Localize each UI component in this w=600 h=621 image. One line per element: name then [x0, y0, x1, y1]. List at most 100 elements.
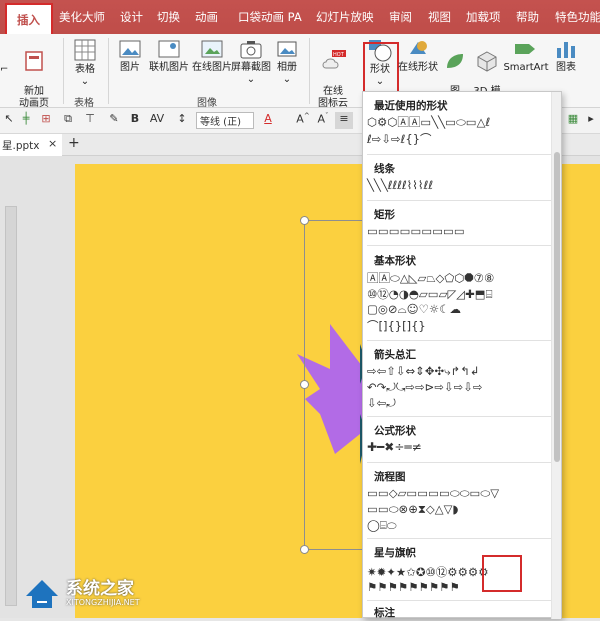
shape-row[interactable]: ▭▭◇▱▭▭▭▭⬭⬭▭⬭▽	[367, 486, 499, 501]
divider	[367, 600, 555, 601]
shape-row[interactable]: ✷✹✦★✩✪⑩⑫⚙⚙⚙⚙	[367, 564, 489, 580]
distribute-icon[interactable]: ⊞	[38, 112, 54, 129]
close-icon[interactable]: ×	[48, 137, 57, 150]
tab-transitions[interactable]: 切换	[157, 9, 180, 25]
brush-icon[interactable]: ✎	[106, 112, 122, 129]
tab-features[interactable]: 特色功能	[555, 9, 600, 25]
green-grid-icon[interactable]: ▦	[566, 112, 580, 129]
divider	[367, 245, 555, 246]
scroll-thumb[interactable]	[554, 152, 560, 462]
bar-chart-icon	[557, 42, 575, 58]
bold-button[interactable]: B	[128, 112, 142, 129]
watermark: 系统之家 XITONGZHIJIA.NET	[0, 568, 170, 618]
online-picture-label: 在线图片	[192, 62, 232, 73]
album-icon	[277, 41, 297, 57]
textbox-icon[interactable]: ⊤	[82, 112, 98, 129]
font-color-button[interactable]: A	[258, 112, 278, 129]
shape-row[interactable]: ◯⌸⬭	[367, 518, 397, 533]
star-shape-highlight	[482, 555, 522, 592]
icon-cloud-icon: HOT	[322, 50, 346, 69]
divider	[367, 462, 555, 463]
picture-label: 图片	[120, 62, 140, 73]
copy-icon[interactable]: ⧉	[60, 112, 76, 129]
ribbon-tab-bar: 插入 美化大师 设计 切换 动画 口袋动画 PA 幻灯片放映 审阅 视图 加载项…	[0, 0, 600, 34]
shape-row[interactable]: ╲╲╲ℓℓℓℓ⌇⌇⌇ℓℓ	[367, 178, 433, 192]
section-title-rectangles: 矩形	[374, 209, 395, 221]
shape-row[interactable]: ⚑⚑⚑⚑⚑⚑⚑⚑⚑	[367, 580, 460, 594]
shape-row[interactable]: ✚━✖÷═≠	[367, 440, 422, 454]
chevron-down-icon: ⌄	[282, 74, 292, 85]
shape-row[interactable]: ▭▭▭▭▭▭▭▭▭	[367, 224, 465, 238]
tab-insert[interactable]: 插入	[5, 3, 53, 34]
divider	[367, 340, 555, 341]
tab-pocket-anim[interactable]: 口袋动画 PA	[238, 9, 302, 25]
divider	[367, 154, 555, 155]
chart-button[interactable]: 图表	[552, 38, 580, 74]
shape-row[interactable]: ⇩⇦⤾	[367, 396, 396, 411]
resize-handle[interactable]	[300, 216, 309, 225]
table-button[interactable]: 表格 ⌄	[68, 38, 102, 88]
svg-text:HOT: HOT	[333, 52, 345, 58]
char-spacing-button[interactable]: AV	[146, 112, 168, 129]
divider	[63, 38, 64, 104]
font-select[interactable]: 等线 (正)	[196, 112, 254, 129]
tab-design[interactable]: 设计	[120, 9, 143, 25]
section-title-equation: 公式形状	[374, 425, 416, 437]
online-picture-button[interactable]: 在线图片	[190, 38, 234, 74]
tab-slideshow[interactable]: 幻灯片放映	[316, 9, 374, 25]
resize-handle[interactable]	[300, 380, 309, 389]
tab-help[interactable]: 帮助	[516, 9, 539, 25]
pointer-icon[interactable]: ↖	[2, 112, 16, 129]
leaf-icon	[447, 54, 463, 68]
picture-button[interactable]: 图片	[114, 38, 146, 74]
section-title-lines: 线条	[374, 163, 395, 175]
more-icon[interactable]: ▸	[584, 112, 598, 129]
shape-row[interactable]: ▢◎⊘⌓☺♡☼☾☁	[367, 302, 461, 317]
tab-addins[interactable]: 加载项	[466, 9, 501, 25]
shape-row[interactable]: ⌒[]{}[]{}	[367, 318, 426, 334]
divider	[367, 416, 555, 417]
tab-view[interactable]: 视图	[428, 9, 451, 25]
online-icons-button[interactable]: HOT 在线 图标云	[313, 38, 353, 110]
shape-row[interactable]: ℓ⇨⇩⇨ℓ{}⌒	[367, 131, 432, 147]
screenshot-button[interactable]: 屏幕截图 ⌄	[231, 38, 271, 86]
align-left-button[interactable]: ≡	[335, 112, 353, 129]
align-icon[interactable]: ╪	[18, 112, 34, 129]
online-picture-lib-label: 联机图片	[149, 62, 189, 73]
section-title-arrows: 箭头总汇	[374, 349, 416, 361]
watermark-url: XITONGZHIJIA.NET	[66, 598, 140, 607]
house-logo-icon	[26, 580, 58, 608]
font-shrink-icon[interactable]: Aˇ	[316, 112, 330, 129]
divider	[367, 538, 555, 539]
shapes-dropdown: 最近使用的形状 ⬡⚙⬡🄰🄰▭╲╲▭⬭▭△ℓ ℓ⇨⇩⇨ℓ{}⌒ 线条 ╲╲╲ℓℓℓ…	[362, 91, 562, 619]
chevron-down-icon: ⌄	[246, 74, 256, 85]
tab-review[interactable]: 审阅	[389, 9, 412, 25]
new-anim-page-button[interactable]: 新加 动画页	[14, 38, 54, 110]
section-title-basic: 基本形状	[374, 255, 416, 267]
shape-row[interactable]: ↶↷⤾⤿⇨⇨⊳⇨⇩⇨⇩⇨	[367, 380, 483, 395]
camera-icon	[240, 41, 262, 59]
dropdown-scrollbar[interactable]	[551, 92, 561, 619]
section-title-stars: 星与旗帜	[374, 547, 416, 559]
shape-row[interactable]: 🄰🄰⬭△◺▱⏢◇⬠⬡⯃⑦⑧	[367, 270, 494, 286]
online-picture-lib-button[interactable]: 联机图片	[146, 38, 192, 74]
new-tab-icon[interactable]: +	[68, 135, 80, 151]
chart-label: 图表	[556, 62, 576, 73]
tab-animations[interactable]: 动画	[195, 9, 218, 25]
line-spacing-icon[interactable]: ↕	[174, 112, 190, 129]
shape-row[interactable]: ⑩⑫◔◑◓▱▭▱◸◿✚⬒⌸	[367, 286, 493, 302]
online-shapes-button[interactable]: 在线形状	[398, 38, 438, 74]
online-picture-icon	[158, 40, 180, 58]
online-icons-label: 在线 图标云	[318, 86, 348, 109]
shape-row[interactable]: ▭▭⬭⊗⊕⧗◇△▽◗	[367, 502, 459, 517]
album-button[interactable]: 相册 ⌄	[272, 38, 302, 86]
shape-row[interactable]: ⬡⚙⬡🄰🄰▭╲╲▭⬭▭△ℓ	[367, 114, 490, 130]
resize-handle[interactable]	[300, 545, 309, 554]
smartart-button[interactable]: SmartArt	[503, 38, 549, 74]
section-title-flowchart: 流程图	[374, 471, 406, 483]
shape-row[interactable]: ⇨⇦⇧⇩⇔⇕✥✣⤷↱↰↲	[367, 364, 479, 379]
cube-icon	[477, 51, 497, 72]
tab-meihua[interactable]: 美化大师	[59, 9, 105, 25]
album-label: 相册	[277, 62, 297, 73]
font-grow-icon[interactable]: A^	[296, 112, 310, 129]
